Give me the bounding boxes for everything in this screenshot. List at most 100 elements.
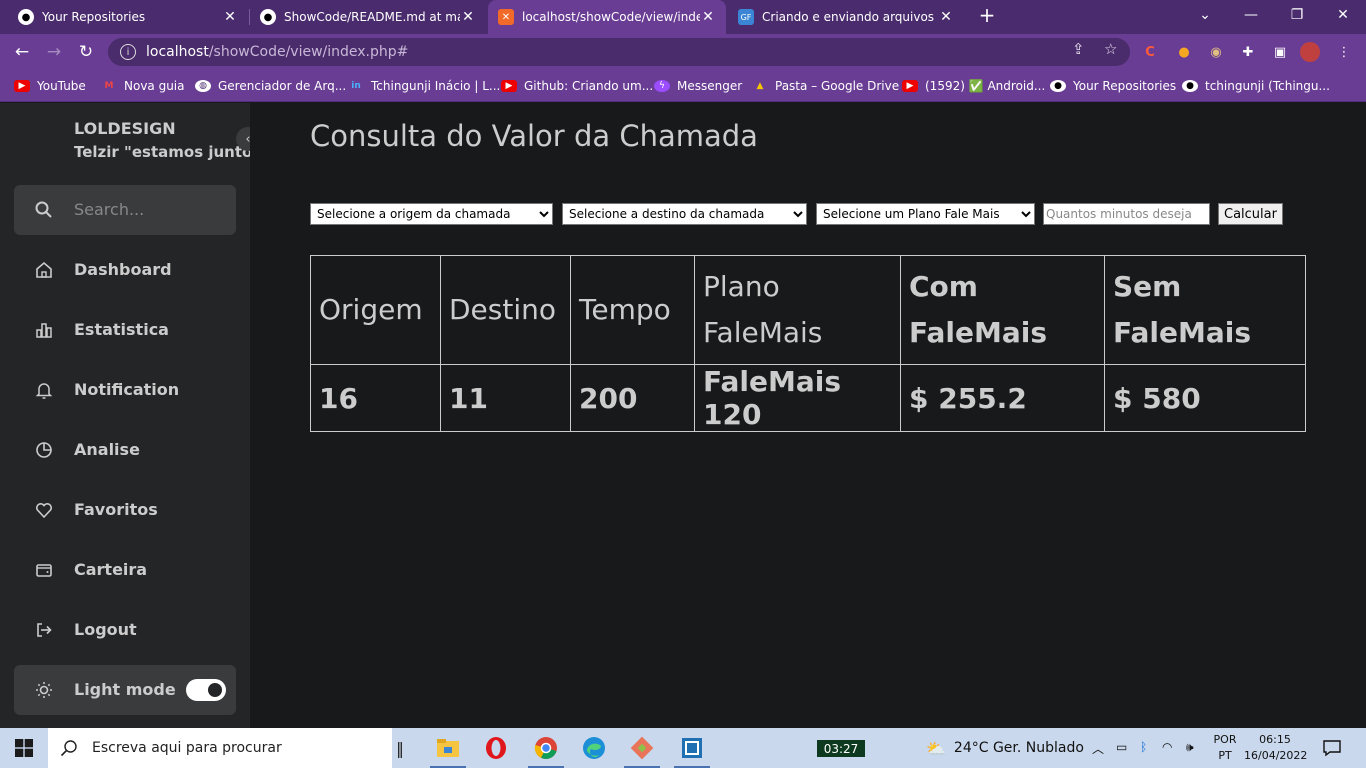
heart-icon bbox=[36, 503, 52, 519]
clock[interactable]: 06:15 16/04/2022 bbox=[1244, 732, 1307, 764]
menu-icon[interactable]: ⋮ bbox=[1334, 42, 1354, 62]
toolbar: ← → ↻ i localhost/showCode/view/index.ph… bbox=[0, 34, 1366, 70]
table-cell-origem: 16 bbox=[310, 364, 441, 432]
plan-select[interactable]: Selecione um Plano Fale Mais bbox=[816, 203, 1035, 225]
back-icon[interactable]: ← bbox=[10, 40, 34, 64]
sidebar-item-dashboard[interactable]: Dashboard bbox=[14, 245, 236, 295]
light-mode-label: Light mode bbox=[74, 680, 176, 699]
battery-icon[interactable]: ▭ bbox=[1116, 740, 1127, 754]
destination-select[interactable]: Selecione a destino da chamada bbox=[562, 203, 807, 225]
close-tab-icon[interactable]: ✕ bbox=[460, 9, 476, 25]
origin-select[interactable]: Selecione a origem da chamada bbox=[310, 203, 553, 225]
timer-badge[interactable]: 03:27 bbox=[817, 740, 865, 757]
taskbar-search-placeholder: Escreva aqui para procurar bbox=[92, 740, 282, 756]
sidebar-item-logout[interactable]: Logout bbox=[14, 605, 236, 655]
sidebar-item-label: Notification bbox=[74, 380, 180, 399]
bookmark-android[interactable]: ▶ (1592) ✅ Android... bbox=[902, 77, 1045, 95]
tray-chevron-icon[interactable]: ︿ bbox=[1092, 740, 1104, 757]
gf-icon: GF bbox=[738, 9, 754, 25]
share-icon[interactable]: ⇪ bbox=[1072, 40, 1085, 58]
chrome-icon[interactable] bbox=[526, 732, 566, 768]
task-view-icon[interactable]: ‖ bbox=[380, 732, 420, 764]
notification-center-icon[interactable] bbox=[1322, 738, 1342, 758]
bookmark-gerenciador[interactable]: ◍ Gerenciador de Arq... bbox=[195, 77, 346, 95]
bookmark-linkedin[interactable]: in Tchingunji Inácio | L... bbox=[348, 77, 500, 95]
github-icon: ● bbox=[18, 9, 34, 25]
tab-localhost[interactable]: ✕ localhost/showCode/view/index.php# ✕ bbox=[488, 0, 726, 34]
vscode-icon[interactable] bbox=[672, 732, 712, 768]
tab-readme[interactable]: ● ShowCode/README.md at main ✕ bbox=[250, 0, 486, 34]
sidebar-item-favoritos[interactable]: Favoritos bbox=[14, 485, 236, 535]
edge-icon[interactable] bbox=[574, 732, 614, 764]
profile-avatar[interactable] bbox=[1300, 42, 1320, 62]
bookmark-google-drive[interactable]: ▲ Pasta – Google Drive bbox=[752, 77, 900, 95]
gmail-icon: M bbox=[104, 81, 114, 91]
extensions-puzzle-icon[interactable]: ✚ bbox=[1238, 42, 1258, 62]
side-panel-icon[interactable]: ▣ bbox=[1270, 42, 1290, 62]
bookmark-github-criando[interactable]: ▶ Github: Criando um... bbox=[501, 77, 653, 95]
sidebar-item-label: Favoritos bbox=[74, 500, 158, 519]
table-header-row: Origem Destino Tempo Plano FaleMais Com … bbox=[310, 255, 1306, 365]
close-tab-icon[interactable]: ✕ bbox=[700, 9, 716, 25]
linkedin-icon: in bbox=[351, 81, 361, 91]
language-indicator[interactable]: POR PT bbox=[1212, 732, 1238, 764]
tab-title: ShowCode/README.md at main bbox=[284, 10, 460, 24]
sidebar-item-label: Dashboard bbox=[74, 260, 172, 279]
table-cell-tempo: 200 bbox=[570, 364, 695, 432]
sidebar-item-notification[interactable]: Notification bbox=[14, 365, 236, 415]
bookmark-messenger[interactable]: ϟ Messenger bbox=[654, 77, 742, 95]
weather-widget[interactable]: ⛅ 24°C Ger. Nublado bbox=[926, 738, 1084, 758]
sidebar-item-carteira[interactable]: Carteira bbox=[14, 545, 236, 595]
close-tab-icon[interactable]: ✕ bbox=[222, 9, 238, 25]
restore-button[interactable]: ❐ bbox=[1274, 0, 1320, 30]
bookmark-your-repositories[interactable]: ● Your Repositories bbox=[1050, 77, 1176, 95]
result-table: Origem Destino Tempo Plano FaleMais Com … bbox=[310, 255, 1306, 432]
sidebar-search[interactable]: Search... bbox=[14, 185, 236, 235]
site-info-icon[interactable]: i bbox=[120, 44, 136, 60]
github-icon: ● bbox=[260, 9, 276, 25]
git-icon[interactable] bbox=[622, 732, 662, 768]
taskbar-search[interactable]: Escreva aqui para procurar bbox=[48, 728, 392, 768]
wifi-icon[interactable]: ◠ bbox=[1162, 740, 1172, 754]
light-mode-toggle[interactable] bbox=[186, 679, 226, 701]
sidebar: LOLDESIGN Telzir "estamos juntos ‹ Searc… bbox=[0, 103, 261, 728]
bookmarks-bar: ▶ YouTube M Nova guia ◍ Gerenciador de Arq.… bbox=[0, 70, 1366, 102]
new-tab-button[interactable]: + bbox=[972, 0, 1002, 30]
opera-icon[interactable] bbox=[476, 732, 516, 764]
search-input[interactable]: Search... bbox=[74, 200, 144, 219]
calculate-button[interactable]: Calcular bbox=[1218, 203, 1283, 225]
url-text: localhost/showCode/view/index.php# bbox=[146, 44, 409, 60]
extension-c-icon[interactable]: C bbox=[1140, 42, 1160, 62]
start-button[interactable] bbox=[0, 728, 48, 768]
messenger-icon: ϟ bbox=[654, 80, 670, 92]
sidebar-item-estatistica[interactable]: Estatistica bbox=[14, 305, 236, 355]
bookmark-tchingunji[interactable]: ● tchingunji (Tchingu... bbox=[1182, 77, 1330, 95]
sidebar-item-analise[interactable]: Analise bbox=[14, 425, 236, 475]
address-bar[interactable]: i localhost/showCode/view/index.php# bbox=[108, 38, 1130, 66]
file-explorer-icon[interactable] bbox=[428, 732, 468, 768]
extension-bulb-icon[interactable]: ● bbox=[1174, 42, 1194, 62]
tab-your-repositories[interactable]: ● Your Repositories ✕ bbox=[8, 0, 248, 34]
minutes-input[interactable] bbox=[1043, 203, 1210, 225]
bookmark-star-icon[interactable]: ☆ bbox=[1104, 40, 1117, 58]
brand-subtitle: Telzir "estamos juntos bbox=[74, 143, 262, 161]
minimize-button[interactable]: — bbox=[1228, 0, 1274, 30]
close-tab-icon[interactable]: ✕ bbox=[938, 9, 954, 25]
table-cell-plano: FaleMais 120 bbox=[694, 364, 901, 432]
extension-owl-icon[interactable]: ◉ bbox=[1206, 42, 1226, 62]
tab-search-icon[interactable]: ⌄ bbox=[1182, 0, 1228, 30]
bookmark-nova-guia[interactable]: M Nova guia bbox=[101, 77, 185, 95]
close-window-button[interactable]: ✕ bbox=[1320, 0, 1366, 30]
wallet-icon bbox=[36, 564, 52, 577]
volume-icon[interactable]: 🕪 bbox=[1186, 740, 1194, 755]
youtube-icon: ▶ bbox=[902, 80, 918, 92]
main-content: Consulta do Valor da Chamada Selecione a… bbox=[250, 103, 1366, 728]
sidebar-item-label: Logout bbox=[74, 620, 137, 639]
bluetooth-icon[interactable]: ᛒ bbox=[1140, 740, 1147, 754]
toggle-knob bbox=[208, 683, 222, 697]
forward-icon[interactable]: → bbox=[42, 40, 66, 64]
bookmark-youtube[interactable]: ▶ YouTube bbox=[14, 77, 86, 95]
reload-icon[interactable]: ↻ bbox=[74, 40, 98, 64]
youtube-icon: ▶ bbox=[501, 80, 517, 92]
tab-criando-arquivos[interactable]: GF Criando e enviando arquivos para ✕ bbox=[728, 0, 964, 34]
